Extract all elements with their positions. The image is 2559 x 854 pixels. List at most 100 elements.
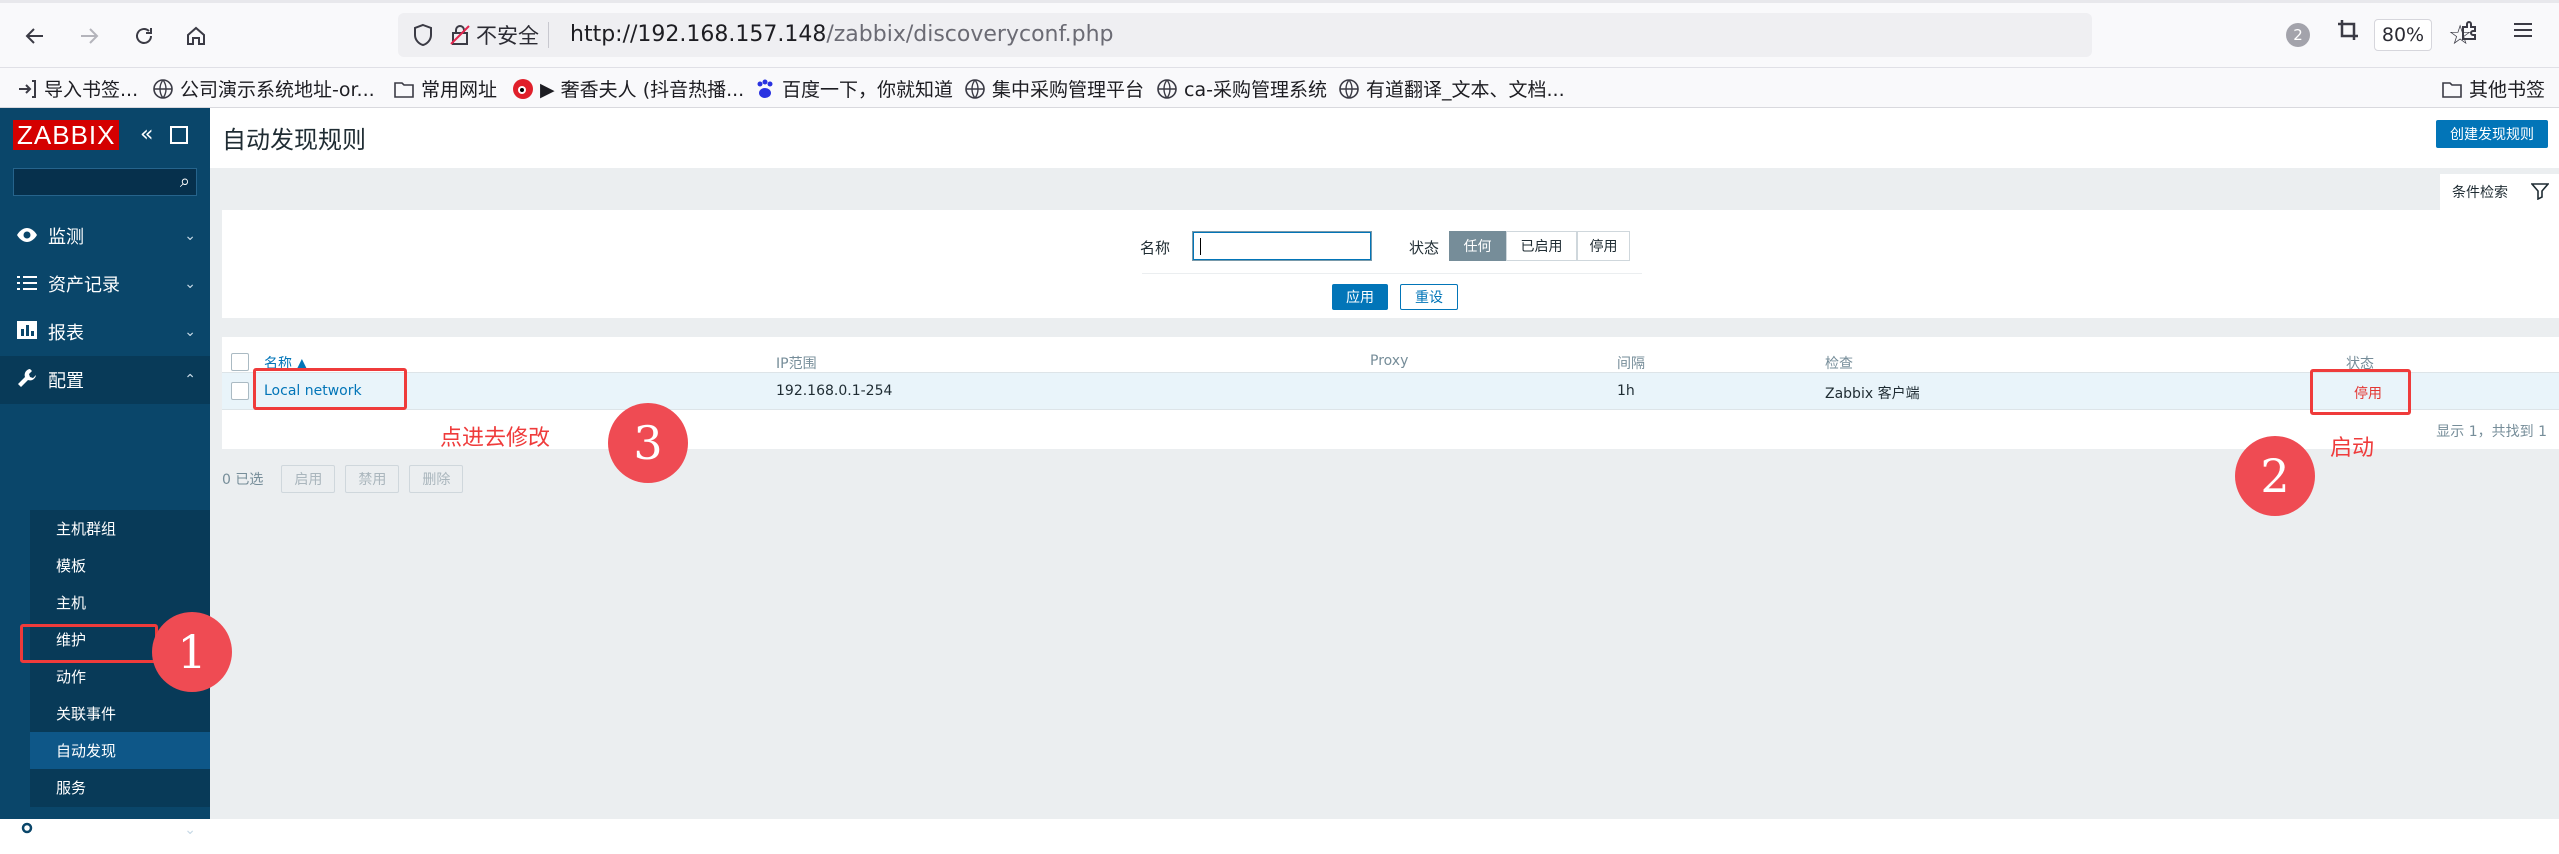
- bar-chart-icon: [6, 320, 48, 344]
- kiosk-mode-icon[interactable]: [170, 126, 188, 144]
- bookmark-ca-procurement[interactable]: ca-采购管理系统: [1156, 75, 1327, 102]
- notification-badge[interactable]: 2: [2286, 23, 2310, 47]
- bookmark-weibo[interactable]: ▶ 奢香夫人 (抖音热播...: [512, 75, 744, 102]
- annotation-text-edit: 点进去修改: [440, 426, 551, 451]
- insecure-label: 不安全: [476, 24, 539, 48]
- column-header-ip-range: IP范围: [776, 356, 817, 372]
- tab-strip-edge: [0, 0, 2559, 3]
- submenu-host-groups[interactable]: 主机群组: [30, 510, 210, 547]
- bookmark-youdao[interactable]: 有道翻译_文本、文档...: [1338, 75, 1565, 102]
- status-option-any[interactable]: 任何: [1449, 231, 1506, 261]
- chevron-down-icon: ⌄: [184, 324, 196, 340]
- extensions-icon[interactable]: [2458, 18, 2482, 48]
- submenu-templates[interactable]: 模板: [30, 547, 210, 584]
- mass-delete-button[interactable]: 删除: [409, 465, 464, 493]
- bookmark-demo-systems[interactable]: 公司演示系统地址-or...: [152, 75, 375, 102]
- filter-tab[interactable]: 条件检索: [2440, 174, 2559, 210]
- wrench-icon: [6, 368, 48, 393]
- create-discovery-rule-button[interactable]: 创建发现规则: [2436, 120, 2548, 148]
- status-option-disabled[interactable]: 停用: [1577, 231, 1630, 261]
- import-icon: [19, 79, 36, 98]
- menu-monitoring[interactable]: 监测 ⌄: [0, 212, 210, 260]
- arrow-left-icon: [25, 28, 43, 44]
- globe-icon: [1157, 78, 1177, 99]
- globe-icon: [1339, 78, 1359, 99]
- filter-name-input[interactable]: [1192, 231, 1372, 261]
- submenu-discovery[interactable]: 自动发现: [30, 732, 210, 769]
- submenu-services[interactable]: 服务: [30, 769, 210, 806]
- search-icon[interactable]: ⌕: [180, 171, 190, 192]
- url-bar[interactable]: 不安全 http://192.168.157.148/zabbix/discov…: [398, 13, 2472, 57]
- funnel-icon: [2530, 182, 2550, 205]
- filter-tab-label: 条件检索: [2452, 185, 2508, 201]
- hamburger-menu-icon[interactable]: [2511, 18, 2535, 48]
- bookmark-other[interactable]: 其他书签: [2441, 75, 2545, 102]
- menu-reports[interactable]: 报表 ⌄: [0, 308, 210, 356]
- discovery-rules-table: 名称 ▲ IP范围 Proxy 间隔 检查 状态 Local network 1…: [222, 337, 2559, 449]
- folder-icon: [394, 81, 414, 98]
- select-all-checkbox[interactable]: [231, 353, 249, 371]
- mass-disable-button[interactable]: 禁用: [345, 465, 400, 493]
- zoom-indicator[interactable]: 80%: [2374, 19, 2432, 51]
- filter-divider: [1142, 273, 1642, 274]
- main-content: 自动发现规则 创建发现规则 条件检索 名称 状态 任何 已启用 停用 应用 重设…: [210, 108, 2559, 819]
- url-text[interactable]: http://192.168.157.148/zabbix/discoveryc…: [570, 22, 1113, 47]
- filter-name-label: 名称: [1140, 239, 1171, 257]
- row-checkbox[interactable]: [231, 382, 249, 400]
- folder-icon: [2442, 81, 2462, 98]
- menu-label: 资产记录: [48, 275, 120, 296]
- apply-button[interactable]: 应用: [1332, 284, 1388, 310]
- reset-button[interactable]: 重设: [1400, 284, 1458, 310]
- bookmark-label: 集中采购管理平台: [992, 79, 1145, 101]
- bookmark-label: 其他书签: [2469, 79, 2546, 101]
- bookmark-common-sites[interactable]: 常用网址: [393, 75, 497, 102]
- bookmark-import[interactable]: 导入书签...: [16, 75, 138, 102]
- collapse-sidebar-icon[interactable]: «: [140, 122, 153, 147]
- back-button[interactable]: [17, 18, 53, 54]
- menu-label: 管理: [48, 821, 84, 842]
- chevron-up-icon: ⌃: [184, 372, 196, 388]
- submenu-event-correlation[interactable]: 关联事件: [30, 695, 210, 732]
- globe-icon: [153, 78, 173, 99]
- annotation-highlight-discovery: [20, 624, 158, 663]
- zabbix-logo[interactable]: ZABBIX: [13, 120, 120, 150]
- forward-button[interactable]: [71, 18, 107, 54]
- filter-panel: 名称 状态 任何 已启用 停用 应用 重设: [222, 210, 2559, 318]
- status-option-enabled[interactable]: 已启用: [1506, 231, 1577, 261]
- page-title: 自动发现规则: [222, 126, 366, 154]
- table-count-footer: 显示 1，共找到 1: [2436, 424, 2547, 440]
- home-button[interactable]: [178, 18, 214, 54]
- rule-interval: 1h: [1617, 383, 1635, 399]
- annotation-highlight-status: [2310, 369, 2411, 415]
- table-row: Local network 192.168.0.1-254 1h Zabbix …: [222, 372, 2559, 410]
- home-icon: [187, 26, 205, 45]
- bookmark-label: 公司演示系统地址-or...: [180, 79, 375, 101]
- menu-label: 报表: [48, 323, 84, 344]
- bookmark-label: 百度一下，你就知道: [782, 79, 954, 101]
- bookmark-baidu[interactable]: 百度一下，你就知道: [754, 75, 953, 102]
- menu-inventory[interactable]: 资产记录 ⌄: [0, 260, 210, 308]
- insecure-indicator[interactable]: 不安全: [450, 23, 539, 48]
- sidebar: ZABBIX « ⌕ 监测 ⌄ 资产记录 ⌄ 报表 ⌄ 配置 ⌃ 主机群组 模板…: [0, 108, 210, 842]
- bookmark-label: 有道翻译_文本、文档...: [1366, 79, 1565, 101]
- mass-enable-button[interactable]: 启用: [281, 465, 336, 493]
- bookmark-procurement-platform[interactable]: 集中采购管理平台: [964, 75, 1144, 102]
- column-header-proxy: Proxy: [1370, 353, 1409, 369]
- shield-icon[interactable]: [412, 23, 434, 47]
- list-icon: [6, 272, 48, 296]
- column-header-checks: 检查: [1825, 356, 1853, 372]
- selected-count: 0 已选: [222, 472, 264, 488]
- bookmark-label: ca-采购管理系统: [1184, 79, 1327, 101]
- mass-actions-bar: 0 已选 启用 禁用 删除: [222, 465, 464, 493]
- rule-ip-range: 192.168.0.1-254: [776, 383, 893, 399]
- menu-configuration[interactable]: 配置 ⌃: [0, 356, 210, 404]
- reload-button[interactable]: [126, 18, 162, 54]
- gear-icon: [6, 818, 48, 843]
- crop-icon[interactable]: [2336, 18, 2360, 48]
- menu-label: 配置: [48, 371, 84, 392]
- url-path: /zabbix/discoveryconf.php: [826, 22, 1114, 47]
- menu-administration[interactable]: 管理 ⌄: [0, 806, 210, 854]
- url-host: http://192.168.157.148: [570, 22, 827, 47]
- sidebar-search-input[interactable]: ⌕: [13, 168, 197, 196]
- chevron-down-icon: ⌄: [184, 822, 196, 838]
